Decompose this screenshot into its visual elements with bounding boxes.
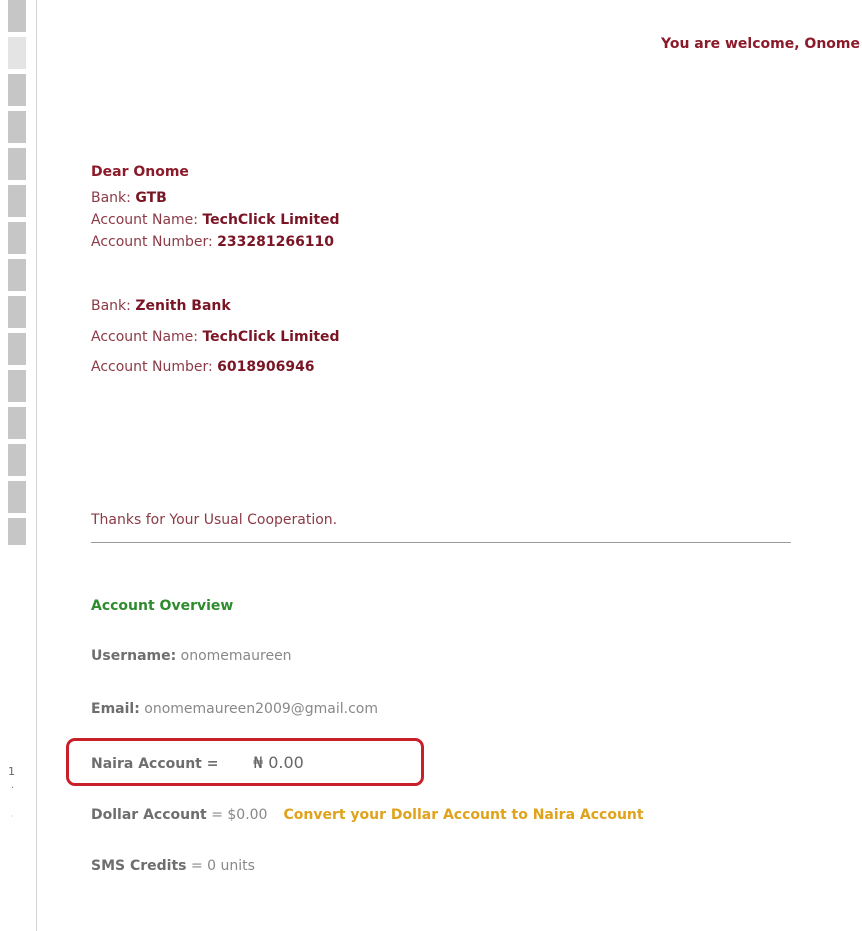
email-row: Email: onomemaureen2009@gmail.com [91, 701, 378, 717]
sms-credits-label: SMS Credits [91, 858, 187, 874]
sidebar-segment[interactable] [8, 296, 26, 328]
convert-dollar-link[interactable]: Convert your Dollar Account to Naira Acc… [283, 807, 643, 823]
email-value: onomemaureen2009@gmail.com [144, 701, 379, 717]
sidebar-divider [36, 0, 37, 931]
divider [91, 542, 791, 543]
sidebar-segment[interactable] [8, 0, 26, 32]
sms-credits-value: = 0 units [186, 858, 255, 874]
sidebar-segment[interactable] [8, 111, 26, 143]
sms-credits-row: SMS Credits = 0 units [91, 858, 255, 874]
naira-account-row: Naira Account = ₦ 0.00 [91, 753, 304, 772]
bank-name: Zenith Bank [135, 298, 231, 314]
bank-line: Bank: GTB [91, 190, 167, 206]
account-number: 233281266110 [217, 234, 335, 250]
dollar-account-label: Dollar Account [91, 807, 207, 823]
sidebar-strip [8, 0, 26, 545]
sidebar-segment[interactable] [8, 481, 26, 513]
account-number-line: Account Number: 233281266110 [91, 234, 334, 250]
naira-account-value: ₦ 0.00 [252, 753, 304, 772]
email-label: Email: [91, 701, 140, 717]
sidebar-segment[interactable] [8, 518, 26, 545]
account-number-label: Account Number: [91, 234, 218, 250]
sidebar-segment[interactable] [8, 333, 26, 365]
bank-name: GTB [135, 190, 167, 206]
account-number-line: Account Number: 6018906946 [91, 359, 315, 375]
sidebar-segment[interactable] [8, 259, 26, 291]
sidebar-segment[interactable] [8, 370, 26, 402]
account-name: TechClick Limited [202, 329, 340, 345]
account-name-label: Account Name: [91, 329, 203, 345]
sidebar-segment[interactable] [8, 185, 26, 217]
dollar-account-value: = $0.00 [206, 807, 268, 823]
dollar-account-row: Dollar Account = $0.00 Convert your Dolla… [91, 807, 644, 823]
sidebar-segment[interactable] [8, 407, 26, 439]
sidebar-segment[interactable] [8, 222, 26, 254]
sidebar-segment[interactable] [8, 74, 26, 106]
greeting: Dear Onome [91, 164, 189, 180]
bank-line: Bank: Zenith Bank [91, 298, 231, 314]
naira-account-label: Naira Account = [91, 756, 219, 772]
username-value: onomemaureen [180, 648, 292, 664]
username-row: Username: onomemaureen [91, 648, 292, 664]
bank-label: Bank: [91, 190, 136, 206]
account-name-line: Account Name: TechClick Limited [91, 212, 340, 228]
account-overview-heading: Account Overview [91, 598, 234, 614]
welcome-message: You are welcome, Onome [660, 36, 860, 52]
username-label: Username: [91, 648, 177, 664]
margin-dot: · [11, 783, 15, 794]
account-name-label: Account Name: [91, 212, 203, 228]
page: 1 · · You are welcome, Onome Dear Onome … [0, 0, 862, 931]
thanks-message: Thanks for Your Usual Cooperation. [91, 512, 338, 528]
sidebar-segment[interactable] [8, 37, 26, 69]
account-name: TechClick Limited [202, 212, 340, 228]
sidebar-segment[interactable] [8, 444, 26, 476]
account-name-line: Account Name: TechClick Limited [91, 329, 340, 345]
margin-digit: 1 [8, 765, 15, 778]
margin-dot: · [11, 812, 14, 821]
account-number-label: Account Number: [91, 359, 218, 375]
bank-label: Bank: [91, 298, 136, 314]
account-number: 6018906946 [217, 359, 315, 375]
sidebar-segment[interactable] [8, 148, 26, 180]
